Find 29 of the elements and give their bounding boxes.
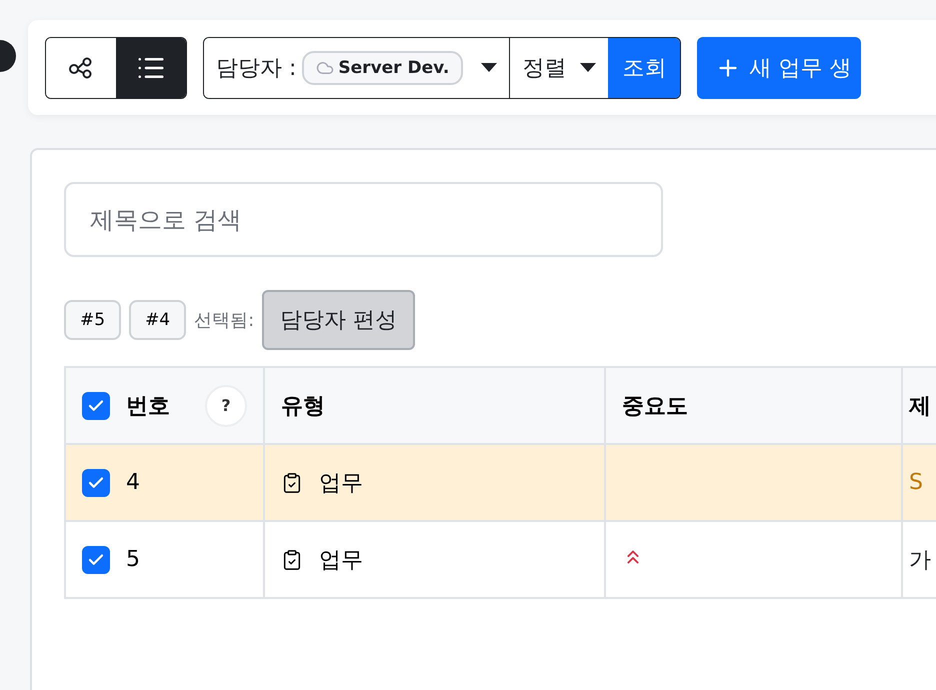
help-button[interactable]: ? xyxy=(205,384,247,426)
sort-label: 정렬 xyxy=(522,54,566,82)
selected-tag: #4 xyxy=(129,300,186,340)
nodes-icon xyxy=(68,56,94,80)
selected-label: 선택됨: xyxy=(194,309,254,332)
row-checkbox[interactable] xyxy=(82,546,110,574)
task-number: 4 xyxy=(126,470,140,495)
search-field[interactable]: 제목으로 검색 xyxy=(64,182,663,257)
selected-tag: #5 xyxy=(64,300,122,340)
clipboard-check-icon xyxy=(281,548,303,570)
task-number: 5 xyxy=(126,547,140,572)
column-header: 유형 xyxy=(281,394,325,418)
list-view-button[interactable] xyxy=(116,38,186,98)
assign-button[interactable]: 담당자 편성 xyxy=(262,290,416,350)
search-button[interactable]: 조회 xyxy=(608,38,680,98)
task-type: 업무 xyxy=(319,546,363,574)
caret-icon xyxy=(580,62,596,72)
assignee-chip: Server Dev. xyxy=(302,50,464,84)
select-all-checkbox[interactable] xyxy=(82,392,110,420)
caret-icon xyxy=(481,62,498,72)
column-header: 번호 xyxy=(126,392,170,420)
assignee-label: 담당자 : xyxy=(216,54,296,82)
column-header: 제 xyxy=(909,394,931,418)
clipboard-check-icon xyxy=(281,472,303,494)
column-header: 중요도 xyxy=(622,394,688,418)
assignee-dropdown[interactable]: 담당자 : Server Dev. xyxy=(204,38,510,98)
row-checkbox[interactable] xyxy=(82,468,110,496)
create-task-button[interactable]: 새 업무 생 xyxy=(697,36,862,98)
task-type: 업무 xyxy=(319,470,363,498)
